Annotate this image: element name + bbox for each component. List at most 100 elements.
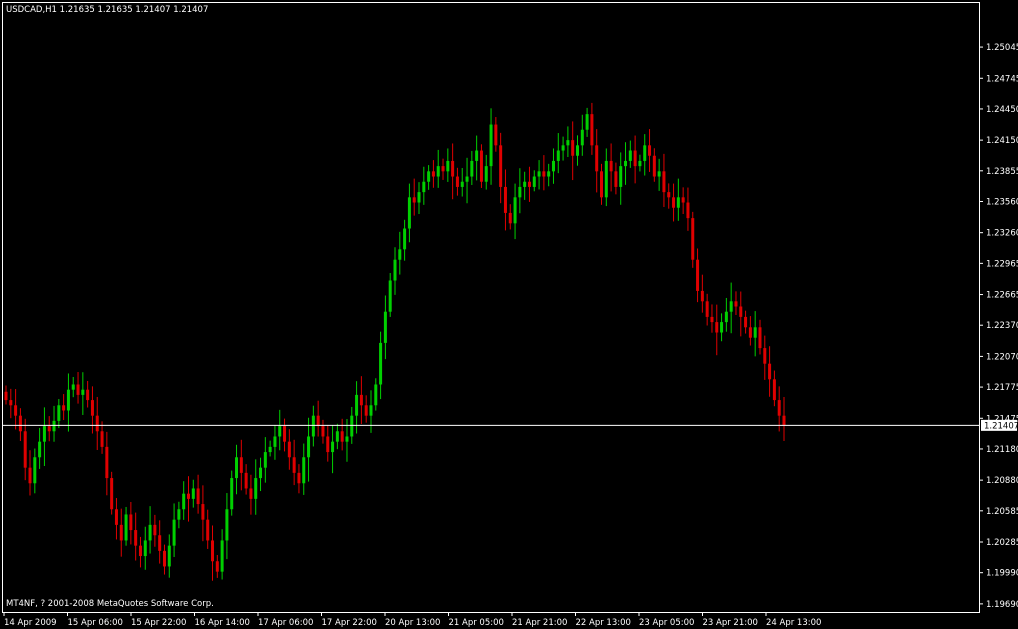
candle-body-bull: [311, 415, 315, 437]
candle-body-bull: [643, 145, 647, 161]
candle-body-bull: [566, 140, 570, 146]
candle-body-bull: [148, 524, 152, 541]
candle-body-bear: [4, 391, 8, 401]
candle-body-bear: [700, 290, 704, 302]
candle-body-bear: [186, 493, 190, 499]
y-tick-label: 1.21180: [986, 445, 1018, 455]
candle: [110, 471, 114, 515]
candle-body-bear: [110, 478, 114, 510]
candle-body-bear: [763, 348, 767, 364]
candle-body-bear: [28, 467, 32, 484]
y-tick-label: 1.22665: [986, 291, 1018, 301]
candle-body-bear: [739, 306, 743, 317]
candle-body-bear: [239, 457, 243, 473]
candle-body-bull: [537, 171, 541, 177]
candle-body-bear: [287, 441, 291, 458]
x-tick-label: 15 Apr 22:00: [131, 618, 186, 628]
y-tick-label: 1.25045: [986, 43, 1018, 53]
current-price-label: 1.21407: [984, 421, 1018, 431]
candle-body-bull: [307, 436, 311, 458]
candle-body-bull: [624, 160, 628, 167]
candle-body-bear: [321, 426, 325, 437]
candle-body-bull: [513, 197, 517, 224]
y-tick-label: 1.20585: [986, 507, 1018, 517]
candle-body-bear: [364, 405, 368, 416]
candle-body-bear: [249, 488, 253, 499]
candle-body-bull: [724, 311, 728, 323]
price-chart[interactable]: 1.25045 1.24745 1.24450 1.24150 1.23855 1.235…: [0, 0, 1018, 629]
chart-background: [0, 0, 1018, 629]
candle-body-bull: [417, 192, 421, 203]
candle-body-bear: [451, 160, 455, 177]
candle-body-bear: [479, 150, 483, 182]
candle-body-bull: [720, 322, 724, 333]
y-tick-label: 1.23855: [986, 167, 1018, 177]
candle-body-bear: [672, 197, 676, 208]
candle-body-bull: [407, 197, 411, 229]
y-tick-label: 1.19990: [986, 569, 1018, 579]
candle-body-bear: [609, 160, 613, 172]
candle-body-bear: [710, 316, 714, 323]
candle-body-bear: [14, 405, 18, 416]
x-tick-label: 15 Apr 06:00: [68, 618, 123, 628]
candle-body-bull: [551, 160, 555, 172]
candle-body-bull: [446, 160, 450, 172]
y-tick-label: 1.19690: [986, 600, 1018, 610]
candle-body-bear: [9, 400, 13, 406]
candle-body-bull: [398, 249, 402, 260]
candle-body-bear: [62, 405, 66, 411]
candle-body-bear: [768, 363, 772, 380]
candle-body-bull: [374, 384, 378, 406]
candle-body-bear: [412, 197, 416, 203]
candle-body-bull: [638, 160, 642, 167]
candle-body-bear: [508, 212, 512, 224]
x-tick-label: 14 Apr 2009: [4, 618, 57, 628]
candle-body-bear: [772, 379, 776, 401]
candle-body-bear: [340, 431, 344, 442]
candle-body-bull: [561, 145, 565, 151]
candle-body-bull: [427, 171, 431, 182]
candle-body-bear: [705, 301, 709, 317]
candle-body-bear: [86, 389, 90, 401]
candle-body-bear: [590, 114, 594, 146]
candle-body-bull: [33, 457, 37, 484]
candle-body-bull: [460, 181, 464, 187]
candle-body-bear: [758, 327, 762, 349]
x-tick-label: 21 Apr 21:00: [512, 618, 567, 628]
candle-body-bear: [734, 301, 738, 307]
candle-body-bear: [691, 218, 695, 260]
candle-body-bull: [302, 457, 306, 484]
x-tick-label: 16 Apr 14:00: [195, 618, 250, 628]
candle-body-bull: [676, 197, 680, 208]
candle-body-bull: [167, 545, 171, 567]
candle-body-bear: [201, 504, 205, 520]
candle-body-bear: [633, 150, 637, 167]
candle-body-bull: [729, 301, 733, 312]
y-tick-label: 1.22070: [986, 352, 1018, 362]
y-tick-label: 1.24745: [986, 74, 1018, 84]
candle-body-bull: [278, 426, 282, 437]
candle-body-bull: [556, 150, 560, 161]
x-tick-label: 20 Apr 13:00: [385, 618, 440, 628]
candle-body-bull: [235, 457, 239, 479]
candle-body-bull: [657, 171, 661, 177]
candle-body-bull: [182, 493, 186, 510]
candle-body-bear: [244, 472, 248, 489]
candle-body-bear: [162, 550, 166, 567]
x-tick-label: 17 Apr 22:00: [322, 618, 377, 628]
candle-body-bull: [345, 436, 349, 442]
y-tick-label: 1.21775: [986, 383, 1018, 393]
y-tick-label: 1.20880: [986, 476, 1018, 486]
candle-body-bear: [206, 519, 210, 541]
y-tick-label: 1.23260: [986, 229, 1018, 239]
candle-body-bear: [696, 259, 700, 291]
chart-canvas: 1.25045 1.24745 1.24450 1.24150 1.23855 1.235…: [0, 0, 1018, 629]
candle-body-bull: [532, 176, 536, 187]
candle-body-bear: [129, 514, 133, 531]
candle-body-bull: [259, 467, 263, 479]
candle-body-bear: [211, 540, 215, 562]
candle-body-bull: [220, 540, 224, 572]
candle-body-bear: [23, 431, 27, 468]
candle-body-bull: [38, 441, 42, 458]
candle-body-bull: [66, 389, 70, 411]
